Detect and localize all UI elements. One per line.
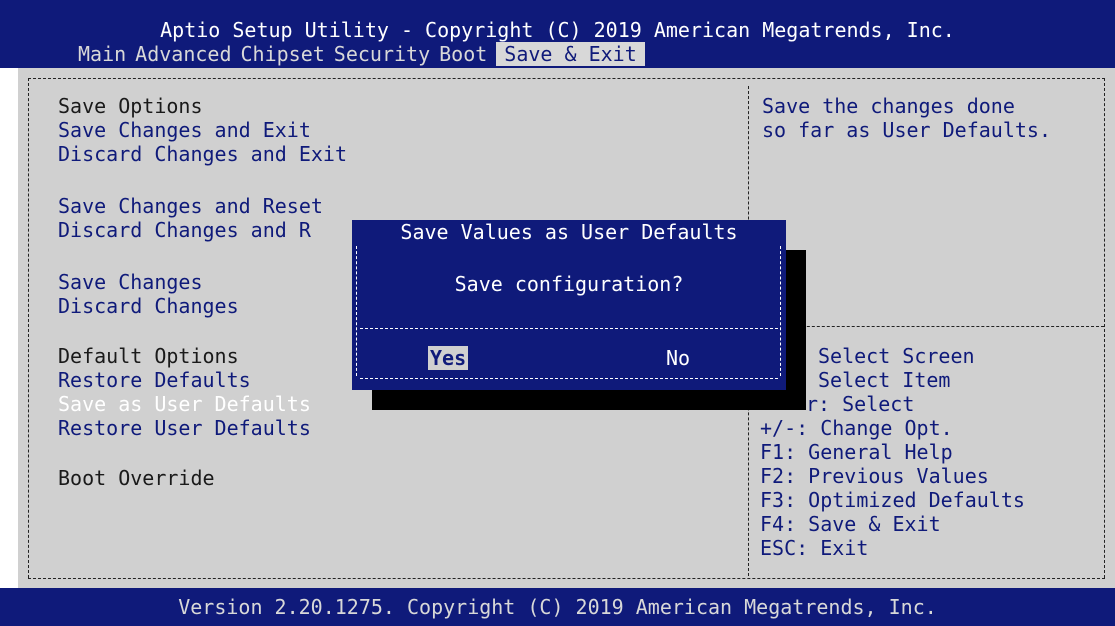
version-text: Version 2.20.1275. Copyright (C) 2019 Am… <box>178 595 937 619</box>
restore-user-defaults-item[interactable]: Restore User Defaults <box>58 416 311 440</box>
top-bar: Aptio Setup Utility - Copyright (C) 2019… <box>0 0 1115 68</box>
key-previous-values: F2: Previous Values <box>760 464 989 488</box>
save-user-defaults-dialog: Save Values as User Defaults Save config… <box>352 220 786 390</box>
dialog-left-border <box>356 246 357 376</box>
key-save-exit: F4: Save & Exit <box>760 512 941 536</box>
discard-changes-exit-item[interactable]: Discard Changes and Exit <box>58 142 347 166</box>
discard-changes-item[interactable]: Discard Changes <box>58 294 239 318</box>
tab-advanced[interactable]: Advanced <box>135 42 240 66</box>
section-save-options: Save Options <box>58 94 203 118</box>
save-changes-item[interactable]: Save Changes <box>58 270 203 294</box>
key-optimized-defaults: F3: Optimized Defaults <box>760 488 1025 512</box>
section-boot-override: Boot Override <box>58 466 215 490</box>
bios-screen: Aptio Setup Utility - Copyright (C) 2019… <box>0 0 1115 626</box>
help-text-line-1: Save the changes done <box>762 94 1015 118</box>
section-default-options: Default Options <box>58 344 239 368</box>
dialog-divider <box>360 328 778 329</box>
frame-bottom-border <box>28 578 1105 579</box>
yes-button[interactable]: Yes <box>428 346 469 370</box>
dialog-title: Save Values as User Defaults <box>400 220 738 244</box>
tab-chipset[interactable]: Chipset <box>241 42 334 66</box>
frame-left-border <box>28 78 29 578</box>
tab-main[interactable]: Main <box>78 42 135 66</box>
menu-bar: Main Advanced Chipset Security Boot Save… <box>78 42 645 66</box>
no-button[interactable]: No <box>666 346 690 370</box>
utility-title: Aptio Setup Utility - Copyright (C) 2019… <box>160 18 955 42</box>
restore-defaults-item[interactable]: Restore Defaults <box>58 368 251 392</box>
save-changes-reset-item[interactable]: Save Changes and Reset <box>58 194 323 218</box>
frame-top-border <box>28 78 1105 79</box>
tab-boot[interactable]: Boot <box>439 42 496 66</box>
key-general-help: F1: General Help <box>760 440 953 464</box>
tab-security[interactable]: Security <box>334 42 439 66</box>
key-esc-exit: ESC: Exit <box>760 536 869 560</box>
dialog-message: Save configuration? <box>454 272 684 296</box>
bottom-bar: Version 2.20.1275. Copyright (C) 2019 Am… <box>0 588 1115 626</box>
key-enter-select: r: Select <box>806 392 915 416</box>
key-change-opt: +/-: Change Opt. <box>760 416 953 440</box>
dialog-bottom-border <box>360 378 778 379</box>
save-user-defaults-item[interactable]: Save as User Defaults <box>58 392 311 416</box>
tab-save-exit[interactable]: Save & Exit <box>496 42 645 66</box>
discard-changes-reset-item[interactable]: Discard Changes and R <box>58 218 311 242</box>
save-changes-exit-item[interactable]: Save Changes and Exit <box>58 118 311 142</box>
key-select-screen: Select Screen <box>818 344 975 368</box>
help-text-line-2: so far as User Defaults. <box>762 118 1051 142</box>
frame-right-border <box>1104 78 1105 578</box>
dialog-right-border <box>780 246 781 376</box>
key-select-item: Select Item <box>818 368 951 392</box>
